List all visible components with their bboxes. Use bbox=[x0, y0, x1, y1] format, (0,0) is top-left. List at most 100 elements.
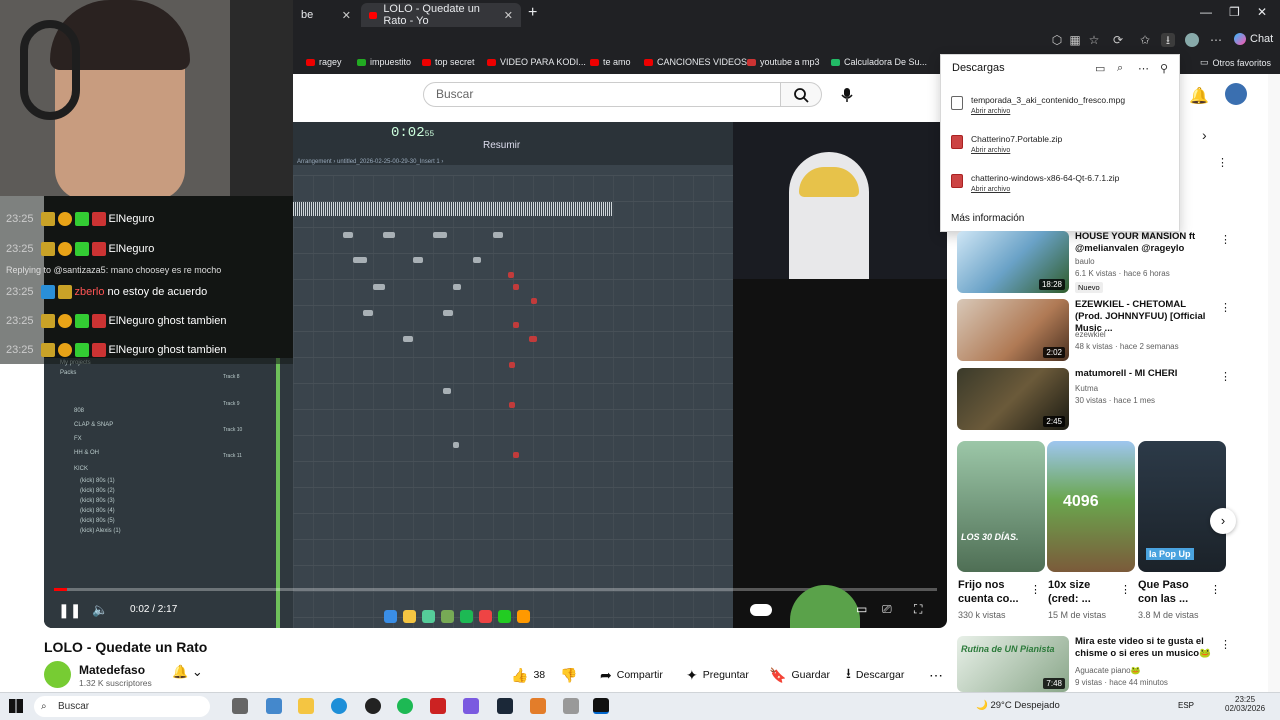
autoplay-toggle[interactable] bbox=[750, 604, 772, 616]
bookmark[interactable]: youtube a mp3 bbox=[747, 57, 820, 67]
pause-button[interactable]: ❚❚ bbox=[58, 602, 81, 619]
more-icon[interactable]: ⋯ bbox=[1209, 33, 1223, 47]
volume-icon[interactable]: 🔈 bbox=[92, 602, 108, 618]
cast-icon[interactable]: ⎚ bbox=[882, 602, 892, 617]
short-title[interactable]: 10x size (cred: ... bbox=[1048, 578, 1118, 606]
kebab-menu-icon[interactable]: ⋮ bbox=[1220, 638, 1231, 651]
short-thumbnail[interactable]: LOS 30 DÍAS. bbox=[957, 441, 1045, 572]
spotify-icon[interactable] bbox=[397, 698, 413, 714]
open-file-link[interactable]: Abrir archivo bbox=[971, 147, 1010, 154]
kebab-menu-icon[interactable]: ⋮ bbox=[1220, 233, 1231, 246]
more-icon[interactable]: ⋯ bbox=[1138, 62, 1149, 75]
close-icon[interactable]: ✕ bbox=[504, 9, 513, 22]
bookmark[interactable]: VIDEO PARA KODI... bbox=[487, 57, 586, 67]
search-input[interactable]: Buscar bbox=[423, 82, 781, 107]
copilot-icon[interactable] bbox=[266, 698, 282, 714]
save-button[interactable]: 🔖 Guardar bbox=[769, 664, 830, 686]
file-explorer-icon[interactable] bbox=[298, 698, 314, 714]
open-folder-icon[interactable]: ▭ bbox=[1095, 62, 1105, 75]
taskbar-search[interactable]: ⌕ Buscar bbox=[34, 696, 210, 717]
kebab-menu-icon[interactable]: ⋮ bbox=[1220, 301, 1231, 314]
language-indicator[interactable]: ESP bbox=[1178, 701, 1194, 710]
system-clock[interactable]: 23:25 02/03/2026 bbox=[1225, 695, 1265, 713]
kebab-menu-icon[interactable]: ⋮ bbox=[1120, 583, 1131, 596]
download-item[interactable]: temporada_3_aki_contenido_fresco.mpg Abri… bbox=[951, 91, 1171, 125]
channel-name[interactable]: Matedefaso bbox=[79, 663, 145, 677]
app-icon[interactable] bbox=[365, 698, 381, 714]
profile-icon[interactable] bbox=[1185, 33, 1199, 47]
app-icon[interactable] bbox=[430, 698, 446, 714]
bookmark[interactable]: top secret bbox=[422, 57, 475, 67]
app-icon[interactable] bbox=[530, 698, 546, 714]
bookmark[interactable]: CANCIONES VIDEOS bbox=[644, 57, 747, 67]
channel-name[interactable]: Kutma bbox=[1075, 384, 1098, 393]
subscribe-bell-button[interactable]: 🔔 ⌄ bbox=[172, 664, 203, 680]
video-thumbnail[interactable]: Rutina de UN Pianista 7:48 bbox=[957, 636, 1069, 692]
download-icon[interactable]: ⭳ bbox=[1161, 33, 1175, 47]
new-tab-button[interactable]: + bbox=[528, 4, 537, 22]
edge-icon[interactable] bbox=[331, 698, 347, 714]
account-avatar[interactable] bbox=[1225, 83, 1247, 105]
search-button[interactable] bbox=[780, 82, 822, 107]
video-title[interactable]: HOUSE YOUR MANSION ft @melianvalen @rage… bbox=[1075, 231, 1215, 255]
copilot-chat-button[interactable]: Chat bbox=[1234, 33, 1273, 45]
short-title[interactable]: Frijo nos cuenta co... bbox=[958, 578, 1028, 606]
open-file-link[interactable]: Abrir archivo bbox=[971, 108, 1010, 115]
download-item[interactable]: Chatterino7.Portable.zip Abrir archivo bbox=[951, 130, 1171, 164]
pin-icon[interactable]: ⚲ bbox=[1160, 62, 1168, 75]
search-icon[interactable]: ⌕ bbox=[1117, 62, 1123, 75]
download-item[interactable]: chatterino-windows-x86-64-Qt-6.7.1.zip Ab… bbox=[951, 169, 1171, 203]
channel-name[interactable]: baulo bbox=[1075, 257, 1095, 266]
ask-button[interactable]: ✦ Preguntar bbox=[686, 664, 749, 686]
bookmark[interactable]: ragey bbox=[306, 57, 342, 67]
video-thumbnail[interactable]: 2:02 bbox=[957, 299, 1069, 361]
video-title[interactable]: Mira este video si te gusta el chisme o … bbox=[1075, 636, 1215, 660]
close-window-icon[interactable]: ✕ bbox=[1257, 5, 1267, 19]
chevron-right-icon[interactable]: › bbox=[1202, 127, 1207, 143]
short-thumbnail[interactable]: la Pop Up bbox=[1138, 441, 1226, 572]
kebab-menu-icon[interactable]: ⋮ bbox=[1030, 583, 1041, 596]
bookmark[interactable]: te amo bbox=[590, 57, 631, 67]
miniplayer-icon[interactable]: ▭ bbox=[856, 602, 867, 616]
kebab-menu-icon[interactable]: ⋮ bbox=[1217, 156, 1228, 169]
more-info-link[interactable]: Más información bbox=[951, 213, 1024, 224]
channel-name[interactable]: ezewkiel bbox=[1075, 330, 1106, 339]
tab-youtube[interactable]: be ✕ bbox=[293, 3, 359, 27]
refresh-icon[interactable]: ⟳ bbox=[1111, 33, 1125, 47]
bookmark[interactable]: Calculadora De Su... bbox=[831, 57, 927, 67]
short-thumbnail[interactable]: 4096 bbox=[1047, 441, 1135, 572]
open-file-link[interactable]: Abrir archivo bbox=[971, 186, 1010, 193]
task-view-icon[interactable] bbox=[232, 698, 248, 714]
app-icon[interactable] bbox=[563, 698, 579, 714]
share-button[interactable]: ➦ Compartir bbox=[600, 664, 663, 686]
weather-widget[interactable]: 🌙 29°C Despejado bbox=[976, 700, 1060, 711]
kebab-menu-icon[interactable]: ⋮ bbox=[1210, 583, 1221, 596]
video-title[interactable]: matumorell - MI CHERI bbox=[1075, 368, 1215, 380]
recommended-video[interactable]: Rutina de UN Pianista 7:48 Mira este vide… bbox=[957, 636, 1231, 692]
reading-view-icon[interactable]: ▦ bbox=[1068, 33, 1082, 47]
close-icon[interactable]: ✕ bbox=[342, 9, 351, 22]
video-thumbnail[interactable]: 18:28 bbox=[957, 231, 1069, 293]
steam-icon[interactable] bbox=[497, 698, 513, 714]
channel-avatar[interactable] bbox=[44, 661, 71, 688]
short-title[interactable]: Que Paso con las ... bbox=[1138, 578, 1208, 606]
maximize-icon[interactable]: ❐ bbox=[1229, 5, 1240, 19]
like-button[interactable]: 👍 38 bbox=[511, 664, 545, 686]
video-thumbnail[interactable]: 2:45 bbox=[957, 368, 1069, 430]
channel-name[interactable]: Aguacate piano🐸 bbox=[1075, 666, 1141, 675]
notifications-bell-icon[interactable]: 🔔 bbox=[1189, 86, 1209, 106]
recommended-video[interactable]: 18:28 HOUSE YOUR MANSION ft @melianvalen… bbox=[957, 231, 1231, 293]
terminal-icon[interactable] bbox=[593, 698, 609, 714]
other-favorites[interactable]: ▭ Otros favoritos bbox=[1200, 57, 1271, 68]
download-button[interactable]: ⭳ Descargar bbox=[846, 664, 904, 686]
minimize-icon[interactable]: — bbox=[1200, 5, 1212, 19]
more-actions-button[interactable]: ⋯ bbox=[929, 664, 943, 686]
dislike-button[interactable]: 👎 bbox=[560, 664, 577, 686]
page-scrollbar[interactable] bbox=[1268, 74, 1280, 692]
discord-icon[interactable] bbox=[463, 698, 479, 714]
tab-lolo[interactable]: LOLO - Quedate un Rato - Yo ✕ bbox=[361, 3, 521, 27]
recommended-video[interactable]: 2:45 matumorell - MI CHERI Kutma 30 vist… bbox=[957, 368, 1231, 430]
favorites-icon[interactable]: ✩ bbox=[1138, 33, 1152, 47]
fullscreen-icon[interactable]: ⛶ bbox=[914, 602, 922, 617]
bookmark[interactable]: impuestito bbox=[357, 57, 411, 67]
